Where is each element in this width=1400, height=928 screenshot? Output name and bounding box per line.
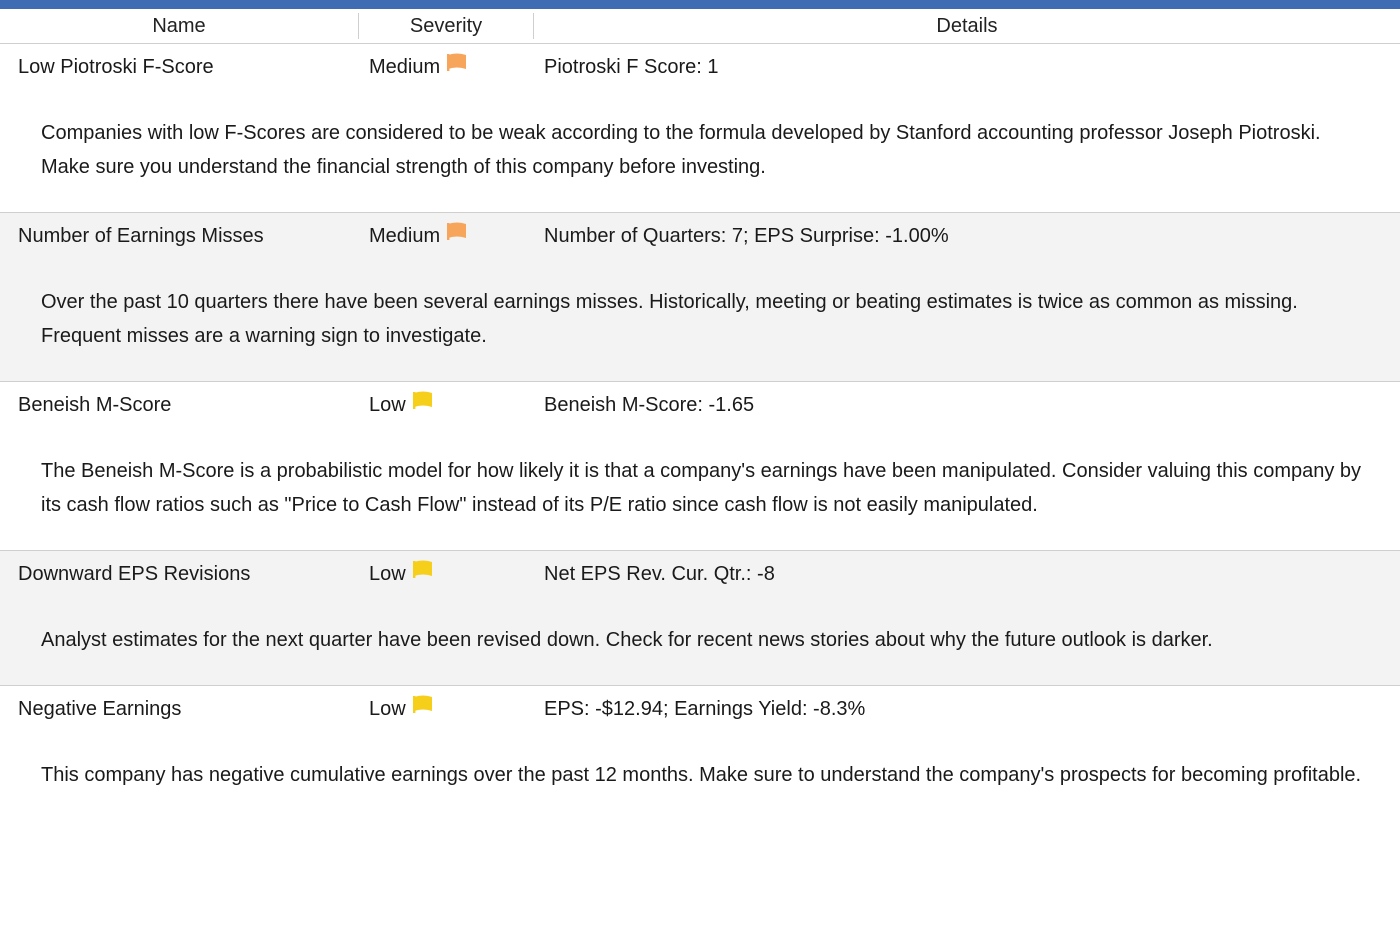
row-summary: Beneish M-Score Low Beneish M-Score: -1.… [0, 382, 1400, 428]
warning-details: Piotroski F Score: 1 [544, 56, 719, 78]
severity-label: Low [369, 698, 406, 720]
row-summary: Low Piotroski F-Score Medium Piotroski F… [0, 44, 1400, 90]
warning-description: This company has negative cumulative ear… [41, 764, 1362, 786]
warning-severity: Low [369, 686, 434, 732]
table-header: Name Severity Details [0, 9, 1400, 44]
warning-name: Downward EPS Revisions [18, 563, 251, 585]
severity-label: Low [369, 394, 406, 416]
table-row: Beneish M-Score Low Beneish M-Score: -1.… [0, 382, 1400, 551]
row-summary: Negative Earnings Low EPS: -$12.94; Earn… [0, 686, 1400, 732]
warning-details: Net EPS Rev. Cur. Qtr.: -8 [544, 563, 775, 585]
warning-description: Over the past 10 quarters there have bee… [41, 291, 1298, 347]
row-summary: Number of Earnings Misses Medium Number … [0, 213, 1400, 259]
warning-name: Low Piotroski F-Score [18, 56, 214, 78]
warning-severity: Medium [369, 213, 468, 259]
warning-severity: Low [369, 382, 434, 428]
severity-label: Low [369, 563, 406, 585]
warnings-table-body: Low Piotroski F-Score Medium Piotroski F… [0, 44, 1400, 820]
warning-description: Analyst estimates for the next quarter h… [41, 629, 1213, 651]
column-header-details[interactable]: Details [534, 9, 1400, 43]
table-row: Negative Earnings Low EPS: -$12.94; Earn… [0, 686, 1400, 820]
table-row: Downward EPS Revisions Low Net EPS Rev. … [0, 551, 1400, 686]
warning-severity: Medium [369, 44, 468, 90]
orange-flag-icon [446, 43, 468, 89]
warning-description: The Beneish M-Score is a probabilistic m… [41, 460, 1362, 516]
warning-name: Number of Earnings Misses [18, 225, 264, 247]
orange-flag-icon [446, 212, 468, 258]
warning-severity: Low [369, 551, 434, 597]
warning-name: Negative Earnings [18, 698, 182, 720]
warning-details: Beneish M-Score: -1.65 [544, 394, 755, 416]
warning-details: EPS: -$12.94; Earnings Yield: -8.3% [544, 698, 866, 720]
row-summary: Downward EPS Revisions Low Net EPS Rev. … [0, 551, 1400, 597]
warning-details: Number of Quarters: 7; EPS Surprise: -1.… [544, 225, 949, 247]
column-header-severity[interactable]: Severity [359, 9, 533, 43]
table-row: Number of Earnings Misses Medium Number … [0, 213, 1400, 382]
table-row: Low Piotroski F-Score Medium Piotroski F… [0, 44, 1400, 213]
yellow-flag-icon [412, 550, 434, 596]
yellow-flag-icon [412, 685, 434, 731]
yellow-flag-icon [412, 381, 434, 427]
top-accent-bar [0, 0, 1400, 9]
severity-label: Medium [369, 225, 441, 247]
warning-name: Beneish M-Score [18, 394, 172, 416]
severity-label: Medium [369, 56, 441, 78]
warning-description: Companies with low F-Scores are consider… [41, 122, 1321, 178]
column-header-name[interactable]: Name [0, 9, 358, 43]
